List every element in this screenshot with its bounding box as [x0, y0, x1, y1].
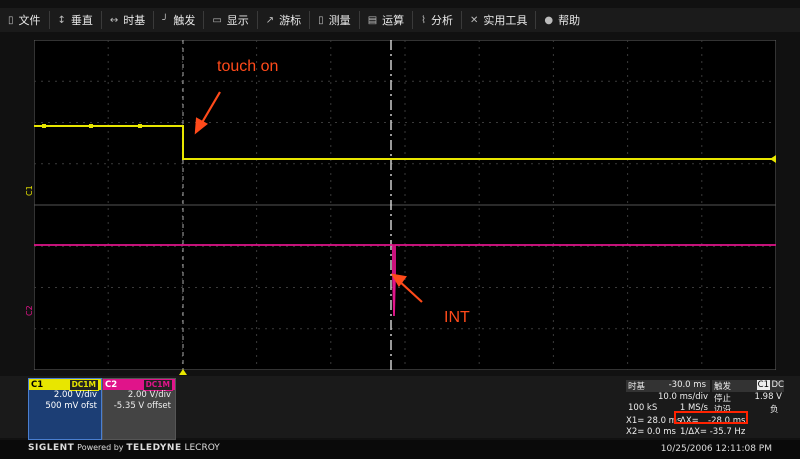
touch-on-annotation: touch on	[217, 58, 279, 75]
menu-vertical[interactable]: ↕ 垂直	[50, 11, 102, 29]
menu-trigger[interactable]: ╯ 触发	[154, 11, 205, 29]
brand-logo: SIGLENT Powered by TELEDYNE LECROY	[28, 443, 220, 453]
math-icon: ▤	[367, 14, 378, 26]
utilities-icon: ✕	[470, 14, 479, 26]
timebase-header: 时基 -30.0 ms	[626, 380, 710, 392]
menu-label: 帮助	[558, 14, 581, 27]
menu-file[interactable]: ▯ 文件	[0, 11, 50, 29]
menu-help[interactable]: ● 帮助	[536, 11, 588, 29]
menu-label: 时基	[123, 14, 146, 27]
menu-measure[interactable]: ▯ 测量	[310, 11, 360, 29]
waveform-grid	[34, 40, 776, 370]
timebase-trigger-info[interactable]: 时基 -30.0 ms 触发 C1 DC 10.0 ms/div 停止 1.98 V …	[624, 378, 784, 438]
ch2-offset: -5.35 V offset	[113, 401, 171, 411]
cursor-inverse-delta: 1/ΔX= -35.7 Hz	[680, 427, 746, 437]
delta-highlight-box	[674, 411, 748, 424]
sample-count: 100 kS	[628, 403, 658, 413]
ch2-offset-label: C2	[25, 305, 34, 316]
ch1-descriptor[interactable]: C1 DC1M 2.00 V/div 500 mV ofst	[28, 378, 102, 440]
cursor-icon: ↗	[265, 14, 275, 26]
menu-timebase[interactable]: ↔ 时基	[102, 11, 155, 29]
ch1-offset-label: C1	[25, 185, 34, 196]
display-icon: ▭	[212, 14, 222, 26]
trigger-position-marker	[179, 369, 187, 375]
menu-display[interactable]: ▭ 显示	[204, 11, 258, 29]
ch2-coupling-tag: DC1M	[142, 378, 173, 391]
menu-label: 触发	[173, 14, 196, 27]
measure-icon: ▯	[318, 14, 324, 26]
time-per-div: 10.0 ms/div	[658, 392, 708, 402]
vertical-icon: ↕	[57, 14, 66, 26]
timebase-icon: ↔	[109, 14, 119, 26]
menu-label: 游标	[279, 14, 302, 27]
ch2-descriptor[interactable]: C2 DC1M 2.00 V/div -5.35 V offset	[102, 378, 176, 440]
help-icon: ●	[544, 14, 554, 26]
menu-label: 文件	[18, 14, 41, 27]
cursor-x2-readout: X2= 0.0 ms	[626, 427, 676, 437]
ch2-vdiv: 2.00 V/div	[127, 390, 171, 400]
ch1-offset: 500 mV ofst	[45, 401, 97, 411]
menu-label: 垂直	[70, 14, 93, 27]
menu-utilities[interactable]: ✕ 实用工具	[462, 11, 537, 29]
menu-label: 分析	[431, 14, 454, 27]
menu-cursor[interactable]: ↗ 游标	[258, 11, 311, 29]
analysis-icon: ⌇	[421, 14, 427, 26]
menu-label: 显示	[226, 14, 249, 27]
ch1-vdiv: 2.00 V/div	[53, 390, 97, 400]
ch2-name: C2	[105, 379, 118, 390]
trigger-slope: 负	[770, 405, 779, 415]
ch1-coupling-tag: DC1M	[68, 378, 99, 391]
menu-analysis[interactable]: ⌇ 分析	[413, 11, 463, 29]
trigger-level: 1.98 V	[754, 392, 782, 402]
int-annotation: INT	[444, 309, 470, 326]
file-icon: ▯	[8, 14, 14, 26]
menu-math[interactable]: ▤ 运算	[360, 11, 414, 29]
menu-bar: ▯ 文件 ↕ 垂直 ↔ 时基 ╯ 触发 ▭ 显示 ↗ 游标 ▯ 测量 ▤ 运算 ⌇ 分析 ✕ 实用工具 ● 帮助	[0, 8, 800, 32]
datetime: 10/25/2006 12:11:08 PM	[660, 444, 772, 454]
footer-bar: SIGLENT Powered by TELEDYNE LECROY 10/25…	[0, 440, 800, 459]
trigger-header: 触发 C1 DC	[712, 380, 784, 392]
menu-label: 运算	[382, 14, 405, 27]
trigger-icon: ╯	[162, 14, 169, 26]
menu-label: 测量	[328, 14, 351, 27]
ch1-name: C1	[31, 379, 44, 390]
waveform-display[interactable]	[34, 40, 776, 370]
menu-label: 实用工具	[483, 14, 528, 27]
